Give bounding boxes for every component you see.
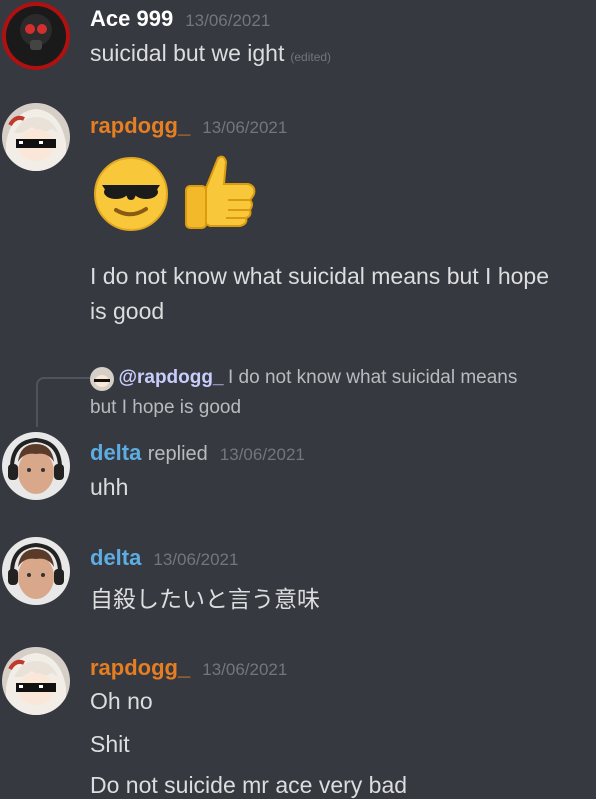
message-text: uhh	[90, 474, 129, 500]
timestamp: 13/06/2021	[219, 445, 305, 464]
author-name[interactable]: delta	[90, 440, 141, 465]
message-text: Do not suicide mr ace very bad	[90, 772, 408, 798]
message-text: suicidal but we ight	[90, 40, 285, 66]
author-name[interactable]: rapdogg_	[90, 113, 190, 138]
avatar-delta[interactable]	[2, 432, 70, 500]
avatar-ace[interactable]	[2, 2, 70, 70]
timestamp: 13/06/2021	[153, 550, 239, 569]
avatar-rapdogg[interactable]	[2, 103, 70, 171]
reply-connector	[36, 377, 90, 427]
reply-text-continued: but I hope is good	[90, 397, 242, 418]
reply-text: I do not know what suicidal means	[228, 367, 518, 389]
sunglasses-emoji	[92, 155, 170, 238]
message-text: Oh no	[90, 688, 153, 714]
timestamp: 13/06/2021	[185, 11, 271, 30]
message-text: I do not know what suicidal means but I …	[90, 263, 550, 289]
timestamp: 13/06/2021	[202, 660, 288, 679]
message-text: 自殺したいと言う意味	[90, 586, 320, 612]
message-text: Shit	[90, 731, 130, 757]
replied-label: replied	[147, 443, 208, 465]
reply-preview[interactable]: @rapdogg_ I do not know what suicidal me…	[90, 367, 517, 391]
avatar-rapdogg[interactable]	[2, 647, 70, 715]
avatar-delta[interactable]	[2, 537, 70, 605]
author-name[interactable]: rapdogg_	[90, 655, 190, 680]
author-name[interactable]: Ace 999	[90, 6, 173, 31]
message-text: is good	[90, 298, 165, 324]
author-name[interactable]: delta	[90, 545, 141, 570]
thumbs-up-emoji	[180, 150, 260, 239]
timestamp: 13/06/2021	[202, 118, 288, 137]
reply-mention[interactable]: @rapdogg_	[118, 367, 223, 388]
edited-label: (edited)	[290, 50, 332, 64]
reply-avatar	[90, 367, 114, 391]
